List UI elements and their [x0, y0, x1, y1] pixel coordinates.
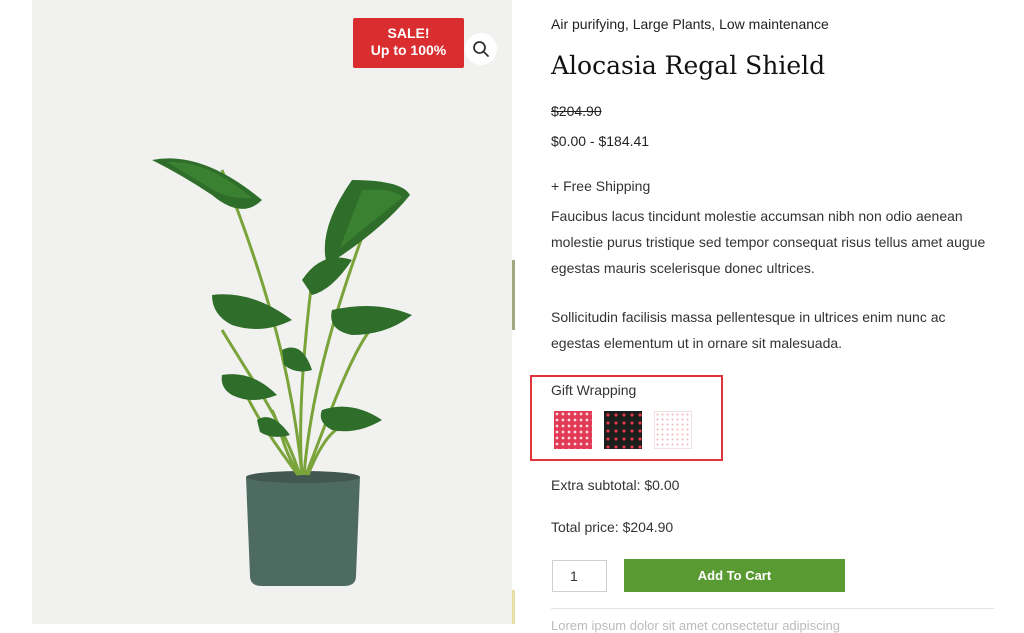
- gift-wrap-swatch-red[interactable]: [554, 411, 592, 449]
- gift-wrapping-label: Gift Wrapping: [551, 382, 637, 398]
- quantity-input[interactable]: [552, 560, 607, 592]
- gift-wrap-swatch-black[interactable]: [604, 411, 642, 449]
- product-gallery[interactable]: SALE! Up to 100%: [32, 0, 512, 624]
- zoom-button[interactable]: [465, 33, 497, 65]
- sale-badge: SALE! Up to 100%: [353, 18, 464, 68]
- search-icon: [473, 41, 489, 57]
- sale-badge-line1: SALE!: [387, 25, 430, 41]
- shipping-info: + Free Shipping: [551, 178, 651, 194]
- divider: [551, 608, 994, 609]
- product-title: Alocasia Regal Shield: [551, 51, 826, 80]
- price-range: $0.00 - $184.41: [551, 133, 650, 149]
- product-description-2: Sollicitudin facilisis massa pellentesqu…: [551, 309, 946, 351]
- gift-wrap-swatch-white[interactable]: [654, 411, 692, 449]
- plant-image: [152, 158, 412, 586]
- old-price: $204.90: [551, 103, 602, 119]
- product-description-1: Faucibus lacus tincidunt molestie accums…: [551, 208, 986, 276]
- product-categories[interactable]: Air purifying, Large Plants, Low mainten…: [551, 16, 829, 32]
- add-to-cart-button[interactable]: Add To Cart: [624, 559, 845, 592]
- total-price: Total price: $204.90: [551, 519, 674, 535]
- faded-footer-text: Lorem ipsum dolor sit amet consectetur a…: [551, 618, 841, 633]
- sale-badge-line2: Up to 100%: [370, 42, 447, 58]
- gallery-edge: [512, 0, 515, 624]
- extra-subtotal: Extra subtotal: $0.00: [551, 477, 680, 493]
